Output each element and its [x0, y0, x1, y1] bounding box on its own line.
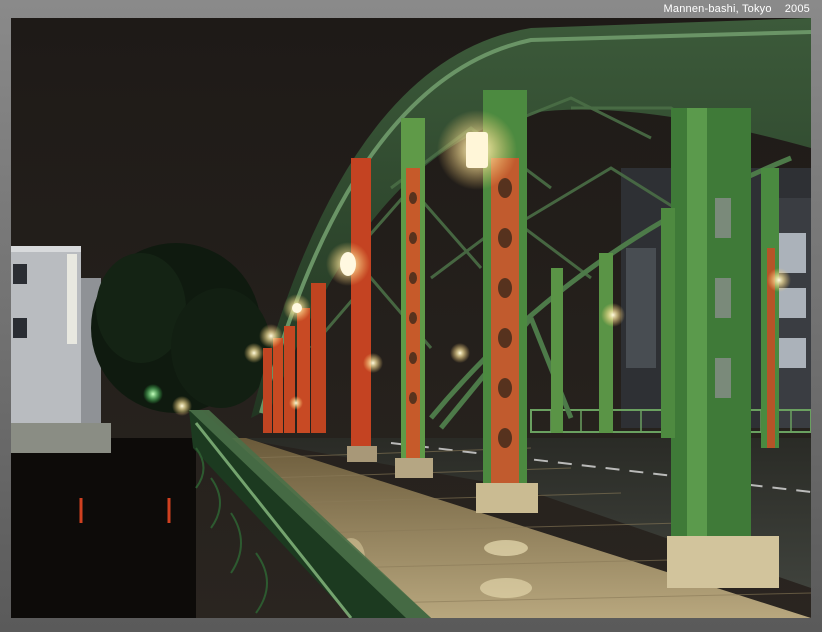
- caption-year: 2005: [784, 3, 810, 15]
- caption-title: Mannen-bashi, Tokyo: [663, 3, 772, 15]
- bridge-scene: [11, 18, 811, 618]
- photo-frame: Mannen-bashi, Tokyo 2005: [0, 0, 822, 632]
- night-bridge-photo: [11, 18, 811, 618]
- photo-caption: Mannen-bashi, Tokyo 2005: [664, 3, 810, 15]
